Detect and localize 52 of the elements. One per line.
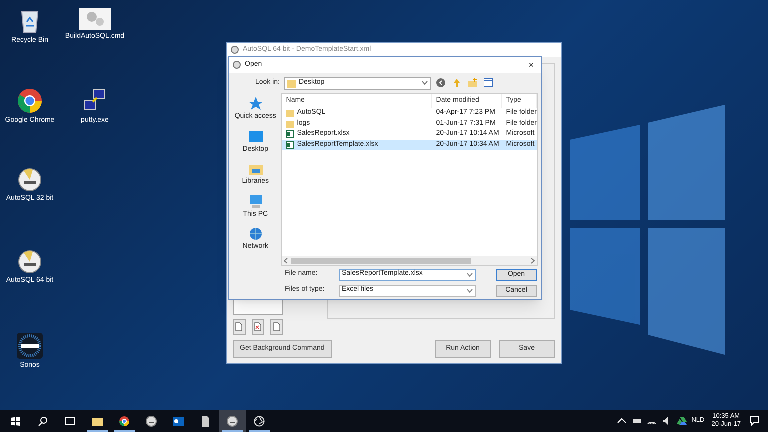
spreadsheet-icon [286,130,294,138]
sql-disc-icon [18,250,42,274]
network-globe-icon [248,227,263,241]
scroll-left-icon [284,258,288,264]
new-page-button[interactable] [233,319,246,335]
windows-start-icon [10,416,20,426]
view-menu-button[interactable] [483,77,495,89]
folder-icon [92,416,103,426]
speech-bubble-icon [750,416,760,426]
app-disc-icon [231,46,239,54]
library-folder-icon [248,162,263,176]
sql-disc-icon [146,416,157,426]
copy-page-button[interactable] [270,319,284,335]
chevron-down-icon [467,288,473,292]
gears-icon [79,8,111,30]
folder-icon [287,78,296,88]
document-icon [200,416,211,426]
running-indicator [249,430,270,432]
up-arrow-icon [452,78,462,88]
drive-logo-icon [676,416,687,426]
running-indicator [87,430,108,432]
notification-button[interactable] [748,414,762,428]
new-folder-icon [468,78,478,88]
chrome-icon [17,88,43,114]
app-disc-icon [233,61,241,69]
search-icon [38,416,49,426]
chrome-icon [119,416,130,426]
mail-app-icon [173,416,184,426]
task-view-icon [65,416,76,426]
battery-icon [632,416,642,426]
star-icon [248,97,263,111]
new-page-icon [235,322,244,332]
delete-page-button[interactable] [252,319,264,335]
desktop-icon [248,130,263,144]
sql-disc-icon [18,168,42,192]
spreadsheet-icon [286,140,294,149]
scroll-right-icon [531,258,535,264]
taskbar-button[interactable] [219,410,246,432]
back-arrow-button[interactable] [435,77,447,89]
aperture-icon [254,416,265,426]
chevron-up-icon [616,416,627,426]
horizontal-scrollbar[interactable] [282,256,537,265]
copy-page-icon [272,322,281,332]
chevron-down-icon [467,272,473,276]
chevron-down-icon [422,81,428,85]
view-menu-icon [484,78,494,88]
running-indicator [222,430,243,432]
close-button[interactable]: × [526,60,537,70]
computer-icon [248,194,263,208]
delete-page-icon [254,322,262,332]
sql-disc-icon [227,416,238,426]
running-indicator [114,430,135,432]
